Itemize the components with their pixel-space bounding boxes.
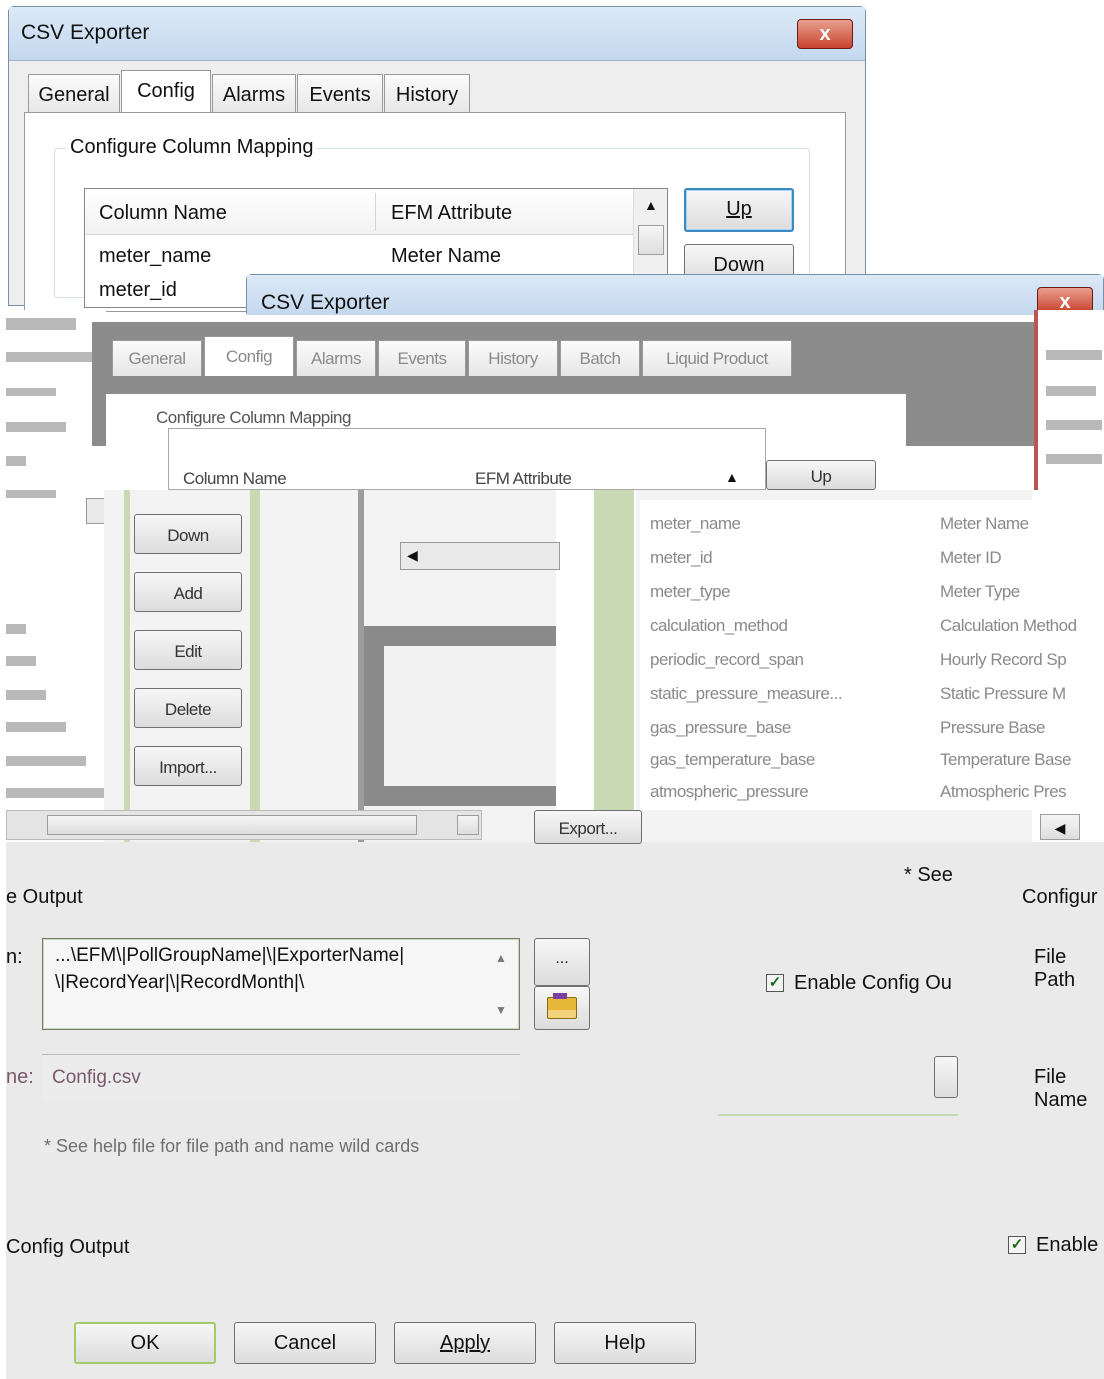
front-edit-button[interactable]: Edit xyxy=(134,630,242,670)
list-item-name[interactable]: meter_id xyxy=(99,279,177,302)
back-group-label: Configure Column Mapping xyxy=(66,136,318,159)
list-item-name[interactable]: gas_temperature_base xyxy=(650,750,815,770)
front-hscrollbar[interactable] xyxy=(6,810,482,840)
front-up-button[interactable]: Up xyxy=(766,460,876,490)
list-item-name[interactable]: meter_id xyxy=(650,548,713,568)
list-item-name[interactable]: atmospheric_pressure xyxy=(650,782,809,802)
help-button[interactable]: Help xyxy=(554,1322,696,1364)
list-item-name[interactable]: static_pressure_measure... xyxy=(650,684,843,704)
file-name-browse-button[interactable] xyxy=(934,1056,958,1098)
back-window-close-button[interactable]: x xyxy=(797,19,853,49)
list-item-name[interactable]: periodic_record_span xyxy=(650,650,804,670)
list-item-attr[interactable]: Hourly Record Sp xyxy=(940,650,1067,670)
back-scroll-thumb[interactable] xyxy=(638,225,664,255)
folder-icon xyxy=(547,997,577,1019)
back-list-header: Column Name EFM Attribute xyxy=(85,189,633,235)
list-item-attr[interactable]: Calculation Method xyxy=(940,616,1077,636)
front-tab-general[interactable]: General xyxy=(112,340,202,376)
file-name-label-right: File Name xyxy=(1034,1066,1088,1111)
header-divider xyxy=(375,193,376,231)
tab-config[interactable]: Config xyxy=(121,70,211,116)
file-path-label-right: File Path xyxy=(1034,946,1076,991)
tab-general[interactable]: General xyxy=(28,74,120,114)
list-item-name[interactable]: meter_name xyxy=(99,245,211,268)
file-path-line-2: \|RecordYear|\|RecordMonth|\ xyxy=(55,972,305,993)
browse-button[interactable]: ... xyxy=(534,938,590,986)
list-item-name[interactable]: meter_type xyxy=(650,582,731,602)
front-export-button[interactable]: Export... xyxy=(534,810,642,844)
front-window-titlebar: CSV Exporter x xyxy=(247,275,1103,315)
green-underline xyxy=(718,1114,958,1116)
front-tab-batch[interactable]: Batch xyxy=(560,340,640,376)
list-item-attr[interactable]: Temperature Base xyxy=(940,750,1071,770)
enable-config-output-checkbox[interactable]: ✓ xyxy=(766,974,784,992)
list-item-attr[interactable]: Meter ID xyxy=(940,548,1002,568)
list-item-attr[interactable]: Meter Type xyxy=(940,582,1020,602)
scroll-left-icon[interactable]: ◀ xyxy=(407,547,418,564)
config-output-label: Config Output xyxy=(6,1236,130,1258)
tab-history[interactable]: History xyxy=(384,74,470,114)
front-right-edge xyxy=(1034,310,1104,490)
open-folder-button[interactable] xyxy=(534,986,590,1030)
list-item-attr[interactable]: Pressure Base xyxy=(940,718,1046,738)
hscroll-thumb[interactable] xyxy=(47,815,417,835)
back-window-title: CSV Exporter xyxy=(21,21,150,44)
scroll-up-icon[interactable]: ▲ xyxy=(495,951,507,965)
front-list-header: Column Name EFM Attribute ▲ xyxy=(168,428,766,490)
cancel-button[interactable]: Cancel xyxy=(234,1322,376,1364)
apply-button[interactable]: Apply xyxy=(394,1322,536,1364)
tab-alarms[interactable]: Alarms xyxy=(212,74,296,114)
back-window-titlebar: CSV Exporter x xyxy=(9,7,865,61)
front-ghost-list: meter_name Meter Name meter_id Meter ID … xyxy=(640,500,1104,810)
front-add-button[interactable]: Add xyxy=(134,572,242,612)
wildcard-help-note: * See help file for file path and name w… xyxy=(44,1136,420,1156)
file-name-label: ne: xyxy=(6,1066,34,1088)
front-tab-alarms[interactable]: Alarms xyxy=(296,340,376,376)
scroll-left-icon[interactable]: ◀ xyxy=(1055,820,1066,836)
enable-label-right: Enable xyxy=(1036,1234,1099,1256)
hscroll-right-button[interactable] xyxy=(457,815,479,835)
right-hscroll-left-button[interactable]: ◀ xyxy=(1040,814,1080,840)
enable-config-output-label: Enable Config Ou xyxy=(794,972,952,994)
front-window: CSV Exporter x xyxy=(246,274,1104,315)
front-tab-liquid-product[interactable]: Liquid Product xyxy=(642,340,792,376)
file-path-label: n: xyxy=(6,946,23,968)
list-item-name[interactable]: calculation_method xyxy=(650,616,788,636)
list-item-attr[interactable]: Static Pressure M xyxy=(940,684,1066,704)
list-item-attr[interactable]: Meter Name xyxy=(940,514,1029,534)
file-name-field[interactable]: Config.csv xyxy=(42,1054,520,1100)
front-group-label: Configure Column Mapping xyxy=(156,408,351,428)
ok-button[interactable]: OK xyxy=(74,1322,216,1364)
main-window-body xyxy=(6,842,1104,1379)
file-path-field[interactable]: ...\EFM\|PollGroupName|\|ExporterName| \… xyxy=(42,938,520,1030)
see-note-label: * See xyxy=(904,864,953,886)
list-item-name[interactable]: gas_pressure_base xyxy=(650,718,791,738)
front-down-button[interactable]: Down xyxy=(134,514,242,554)
close-icon: x xyxy=(819,23,831,45)
front-delete-button[interactable]: Delete xyxy=(134,688,242,728)
file-path-line-1: ...\EFM\|PollGroupName|\|ExporterName| xyxy=(55,945,405,966)
scroll-down-icon[interactable]: ▼ xyxy=(495,1003,507,1017)
front-column-header-name[interactable]: Column Name xyxy=(183,469,287,489)
list-item-name[interactable]: meter_name xyxy=(650,514,741,534)
front-column-header-attribute[interactable]: EFM Attribute xyxy=(475,469,572,489)
file-name-value: Config.csv xyxy=(52,1067,141,1088)
configure-output-label-right: Configur xyxy=(1022,886,1098,908)
scroll-up-icon[interactable]: ▲ xyxy=(725,469,739,485)
column-header-attribute[interactable]: EFM Attribute xyxy=(391,202,512,225)
front-tab-events[interactable]: Events xyxy=(378,340,466,376)
back-up-button[interactable]: Up xyxy=(684,188,794,232)
front-tab-config[interactable]: Config xyxy=(204,336,294,376)
tab-events[interactable]: Events xyxy=(297,74,383,114)
front-import-button[interactable]: Import... xyxy=(134,746,242,786)
output-group-label: e Output xyxy=(6,886,83,908)
left-glitch-strip xyxy=(6,310,116,842)
column-header-name[interactable]: Column Name xyxy=(99,202,227,225)
list-item-attr[interactable]: Meter Name xyxy=(391,245,501,268)
list-item-attr[interactable]: Atmospheric Pres xyxy=(940,782,1067,802)
scroll-up-icon[interactable]: ▲ xyxy=(644,197,658,213)
front-window-title: CSV Exporter xyxy=(261,291,390,314)
front-tab-history[interactable]: History xyxy=(468,340,558,376)
enable-checkbox-right[interactable]: ✓ xyxy=(1008,1236,1026,1254)
